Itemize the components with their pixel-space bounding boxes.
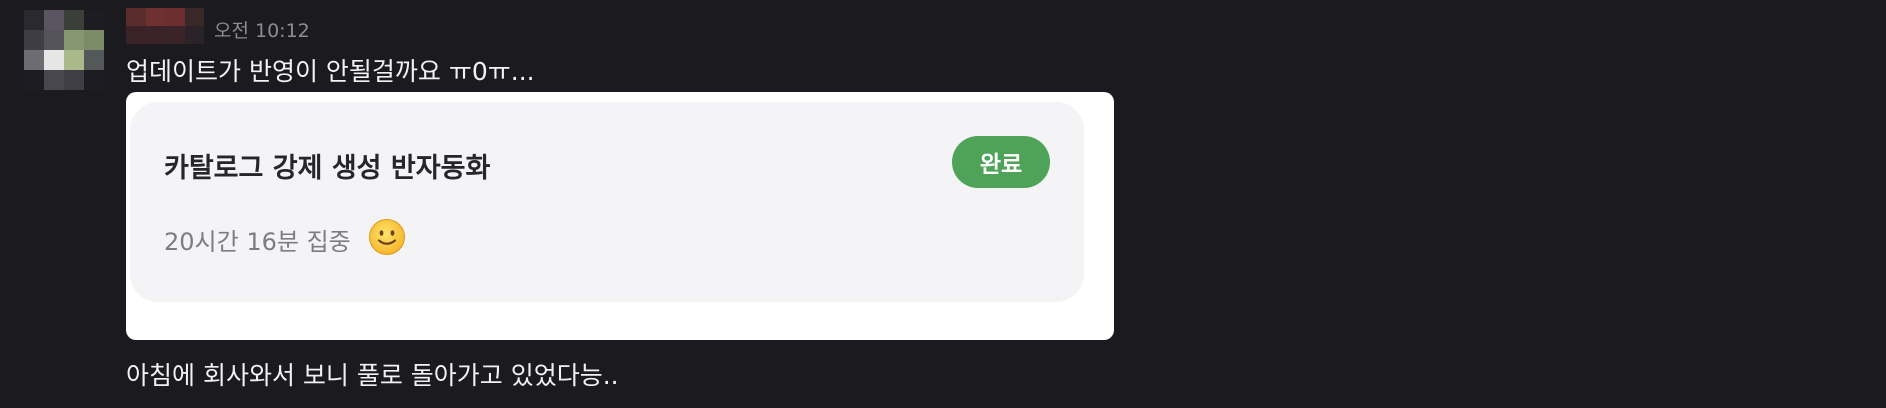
avatar-pixel — [24, 50, 44, 70]
status-badge: 완료 — [952, 136, 1050, 188]
avatar-pixel — [84, 50, 104, 70]
author-name-pixel — [126, 26, 146, 44]
avatar-pixel — [44, 10, 64, 30]
message-timestamp: 오전 10:12 — [214, 20, 310, 42]
author-name-pixel — [184, 8, 204, 26]
task-card[interactable]: 카탈로그 강제 생성 반자동화 완료 20시간 16분 집중 — [126, 92, 1114, 340]
avatar-pixel — [64, 10, 84, 30]
author-name-pixel — [184, 26, 204, 44]
author-name-pixel — [165, 8, 185, 26]
chat-message: 오전 10:12 업데이트가 반영이 안될걸까요 ㅠ0ㅠ... 카탈로그 강제 … — [0, 0, 1886, 408]
author-name-pixel — [165, 26, 185, 44]
avatar-pixel — [24, 70, 44, 90]
avatar-pixel — [64, 70, 84, 90]
avatar-pixel — [44, 50, 64, 70]
message-text: 업데이트가 반영이 안될걸까요 ㅠ0ㅠ... — [126, 57, 535, 86]
avatar-pixel — [44, 30, 64, 50]
author-name-pixel — [145, 26, 165, 44]
slightly-smiling-face-icon — [369, 219, 405, 255]
avatar-pixel — [24, 30, 44, 50]
task-card-body: 카탈로그 강제 생성 반자동화 완료 20시간 16분 집중 — [130, 102, 1084, 302]
avatar-pixel — [84, 70, 104, 90]
author-name-redacted[interactable] — [126, 8, 204, 44]
author-name-pixel — [145, 8, 165, 26]
followup-message-text: 아침에 회사와서 보니 풀로 돌아가고 있었다능.. — [126, 361, 619, 390]
avatar-pixel — [84, 10, 104, 30]
avatar-pixel — [44, 70, 64, 90]
task-title: 카탈로그 강제 생성 반자동화 — [164, 153, 491, 184]
avatar-pixel — [64, 30, 84, 50]
avatar-pixel — [64, 50, 84, 70]
avatar-pixel — [84, 30, 104, 50]
avatar[interactable] — [24, 10, 104, 90]
author-name-pixel — [126, 8, 146, 26]
avatar-pixel — [24, 10, 44, 30]
focus-time-text: 20시간 16분 집중 — [164, 228, 351, 256]
